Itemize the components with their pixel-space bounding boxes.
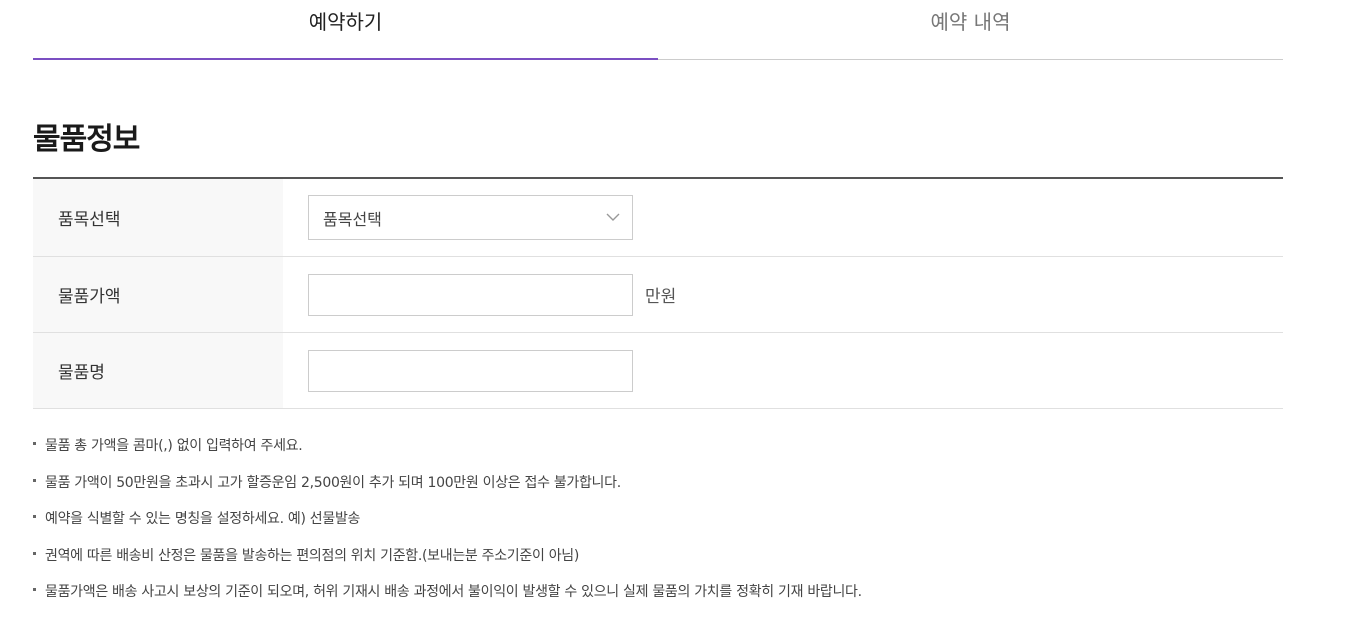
chevron-down-icon xyxy=(606,211,620,225)
note-item: 예약을 식별할 수 있는 명칭을 설정하세요. 예) 선물발송 xyxy=(33,509,1283,529)
note-item: 물품 총 가액을 콤마(,) 없이 입력하여 주세요. xyxy=(33,436,1283,456)
bullet-icon xyxy=(33,551,36,555)
note-text: 예약을 식별할 수 있는 명칭을 설정하세요. 예) 선물발송 xyxy=(45,511,361,527)
item-name-input[interactable] xyxy=(308,349,633,392)
form-row-item-name: 물품명 xyxy=(33,333,1283,409)
price-unit: 만원 xyxy=(645,287,677,307)
note-text: 권역에 따른 배송비 산정은 물품을 발송하는 편의점의 위치 기준함.(보내는… xyxy=(45,547,580,564)
price-input[interactable] xyxy=(308,273,633,316)
tab-bar: 예약하기 예약 내역 xyxy=(33,0,1283,60)
tab-reserve[interactable]: 예약하기 xyxy=(33,0,658,60)
price-label: 물품가액 xyxy=(33,257,283,332)
tab-reserve-label: 예약하기 xyxy=(308,10,383,34)
item-info-form: 품목선택 품목선택 물품가액 만원 물품명 xyxy=(33,177,1283,409)
item-name-label: 물품명 xyxy=(33,333,283,408)
bullet-icon xyxy=(33,588,36,591)
notes-list: 물품 총 가액을 콤마(,) 없이 입력하여 주세요. 물품 가액이 50만원을… xyxy=(33,436,1283,619)
bullet-icon xyxy=(33,478,36,482)
reservation-page: 예약하기 예약 내역 물품정보 품목선택 품목선택 물품가액 만원 물품명 물품… xyxy=(0,0,1349,636)
item-name-field xyxy=(283,333,1283,408)
form-row-price: 물품가액 만원 xyxy=(33,257,1283,333)
note-text: 물품 가액이 50만원을 초과시 고가 할증운임 2,500원이 추가 되며 1… xyxy=(45,474,621,491)
category-select[interactable]: 품목선택 xyxy=(308,195,633,240)
note-item: 물품 가액이 50만원을 초과시 고가 할증운임 2,500원이 추가 되며 1… xyxy=(33,473,1283,493)
tab-reservation-history[interactable]: 예약 내역 xyxy=(658,0,1283,59)
note-item: 권역에 따른 배송비 산정은 물품을 발송하는 편의점의 위치 기준함.(보내는… xyxy=(33,546,1283,566)
category-label: 품목선택 xyxy=(33,179,283,256)
bullet-icon xyxy=(33,442,36,445)
note-text: 물품가액은 배송 사고시 보상의 기준이 되오며, 허위 기재시 배송 과정에서… xyxy=(45,584,862,600)
note-item: 물품가액은 배송 사고시 보상의 기준이 되오며, 허위 기재시 배송 과정에서… xyxy=(33,582,1283,602)
note-text: 물품 총 가액을 콤마(,) 없이 입력하여 주세요. xyxy=(45,438,303,454)
category-field: 품목선택 xyxy=(283,179,1283,256)
category-select-value: 품목선택 xyxy=(323,209,382,229)
section-title: 물품정보 xyxy=(33,122,140,157)
form-row-category: 품목선택 품목선택 xyxy=(33,179,1283,257)
price-field: 만원 xyxy=(283,257,1283,332)
bullet-icon xyxy=(33,515,36,518)
tab-reservation-history-label: 예약 내역 xyxy=(930,10,1011,34)
